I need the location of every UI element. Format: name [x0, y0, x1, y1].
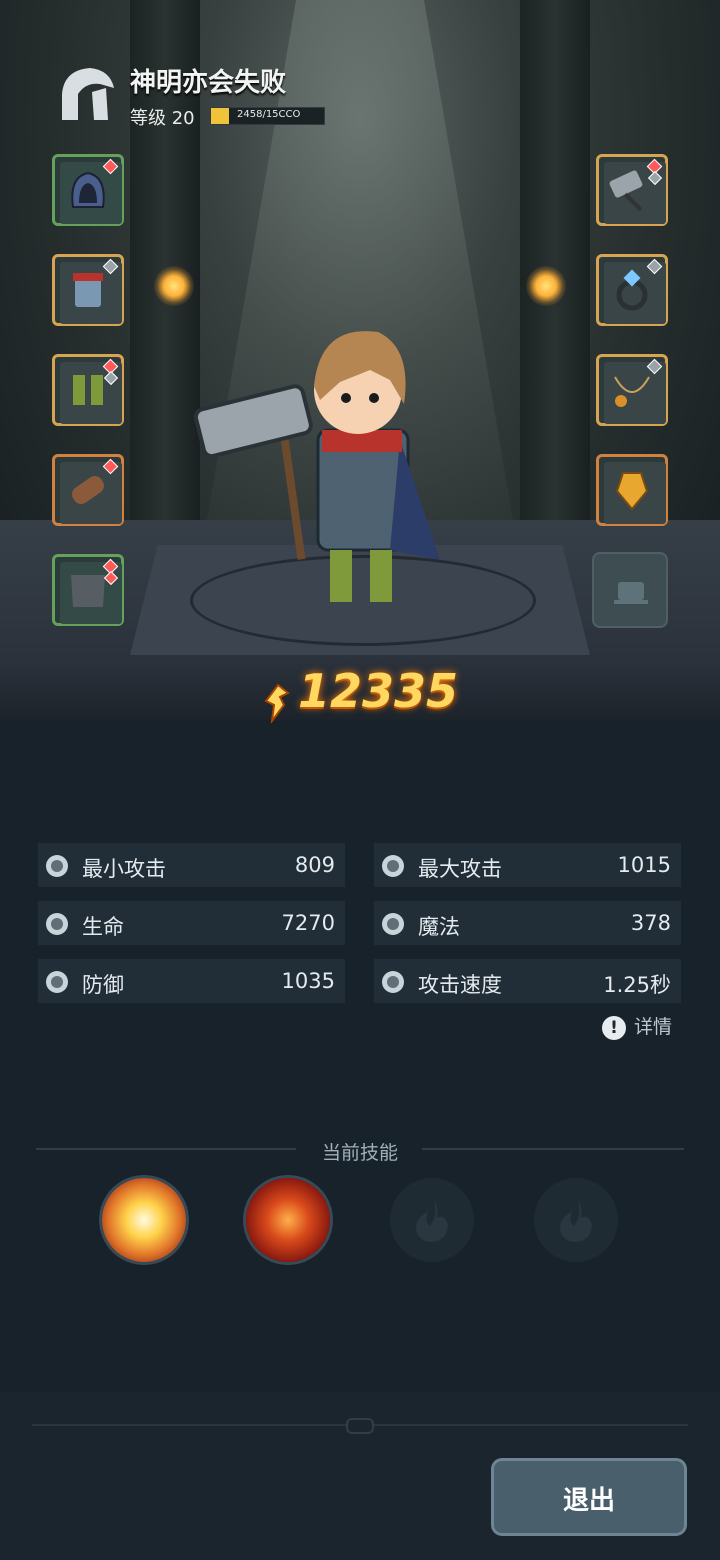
stat-value: 7270 [281, 911, 335, 935]
hammer-icon [609, 170, 643, 212]
stat-label: 魔法 [418, 915, 460, 939]
equip-slot-pants[interactable] [52, 554, 124, 626]
equip-slot-weapon[interactable] [596, 154, 668, 226]
skills-title: 当前技能 [321, 1142, 398, 1164]
divider-ornament [346, 1418, 374, 1434]
equip-slot-necklace[interactable] [596, 354, 668, 426]
info-icon: ! [602, 1015, 626, 1040]
stat-label: 最大攻击 [418, 857, 502, 881]
stat-label: 攻击速度 [418, 973, 502, 997]
stat-row: 最大攻击 1015 [374, 843, 681, 887]
equip-slot-boots[interactable] [52, 354, 124, 426]
combat-power: 12335 [0, 664, 720, 725]
sword-icon [380, 853, 404, 877]
necklace-icon [614, 376, 650, 407]
pants-icon [71, 575, 105, 607]
magic-icon [380, 911, 404, 935]
skill-slot-locked[interactable] [390, 1178, 474, 1262]
bracer-icon [72, 476, 104, 504]
xp-bar: 2458/15CCO [210, 107, 325, 125]
locked-slot-icon [614, 582, 648, 604]
torch-icon [526, 266, 566, 306]
skill-fire-vortex-icon[interactable] [246, 1178, 330, 1262]
equip-slot-bracer[interactable] [52, 454, 124, 526]
stat-value: 1.25秒 [603, 973, 671, 997]
helmet-avatar-icon [62, 68, 114, 120]
detail-button[interactable]: ! 详情 [602, 1012, 672, 1040]
boots-icon [73, 375, 103, 405]
locked-skill-flame-icon [416, 1198, 448, 1242]
amulet-icon [615, 472, 649, 511]
xp-text: 2458/15CCO [237, 109, 301, 120]
equip-slot-empty[interactable] [592, 552, 668, 628]
speed-icon [380, 969, 404, 993]
stat-row: 防御 1035 [38, 959, 345, 1003]
hood-icon [71, 171, 105, 208]
stat-label: 防御 [82, 973, 124, 997]
player-level: 等级 20 [130, 108, 195, 129]
stat-row: 最小攻击 809 [38, 843, 345, 887]
power-icon [264, 683, 290, 725]
equip-slot-ring[interactable] [596, 254, 668, 326]
sword-icon [44, 853, 68, 877]
heart-icon [44, 911, 68, 935]
skill-explosion-icon[interactable] [102, 1178, 186, 1262]
stat-label: 生命 [82, 915, 124, 939]
stat-value: 1035 [281, 969, 335, 993]
stat-row: 生命 7270 [38, 901, 345, 945]
stat-row: 魔法 378 [374, 901, 681, 945]
exit-button[interactable]: 退出 [488, 1455, 690, 1539]
stat-value: 378 [630, 911, 671, 935]
character-figure [193, 331, 440, 602]
detail-label: 详情 [634, 1016, 673, 1038]
skill-slot-locked[interactable] [534, 1178, 618, 1262]
combat-power-value: 12335 [297, 664, 459, 718]
exit-label: 退出 [562, 1486, 615, 1516]
shield-icon [44, 969, 68, 993]
equip-slot-chest[interactable] [52, 254, 124, 326]
stat-row: 攻击速度 1.25秒 [374, 959, 681, 1003]
equip-slot-amulet[interactable] [596, 454, 668, 526]
player-name: 神明亦会失败 [130, 68, 287, 98]
locked-skill-flame-icon [560, 1198, 592, 1242]
stat-value: 1015 [617, 853, 671, 877]
torch-icon [154, 266, 194, 306]
equip-slot-helmet[interactable] [52, 154, 124, 226]
xp-bar-fill [211, 108, 230, 124]
stat-value: 809 [294, 853, 335, 877]
ring-icon [616, 269, 648, 311]
chest-armor-icon [73, 273, 103, 307]
stat-label: 最小攻击 [82, 857, 166, 881]
